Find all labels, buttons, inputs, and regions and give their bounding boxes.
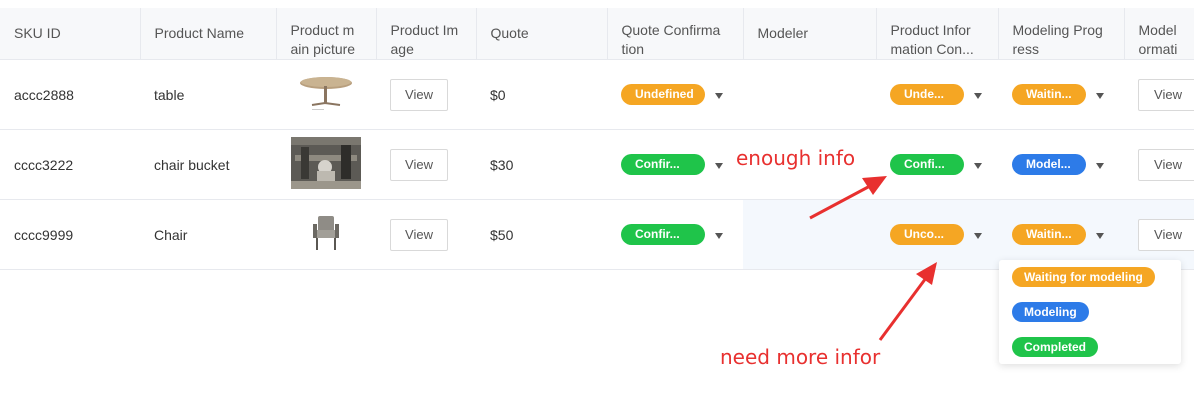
arrow-icon xyxy=(809,176,887,220)
annotation-arrows xyxy=(809,176,937,341)
arrow-icon xyxy=(878,262,937,341)
